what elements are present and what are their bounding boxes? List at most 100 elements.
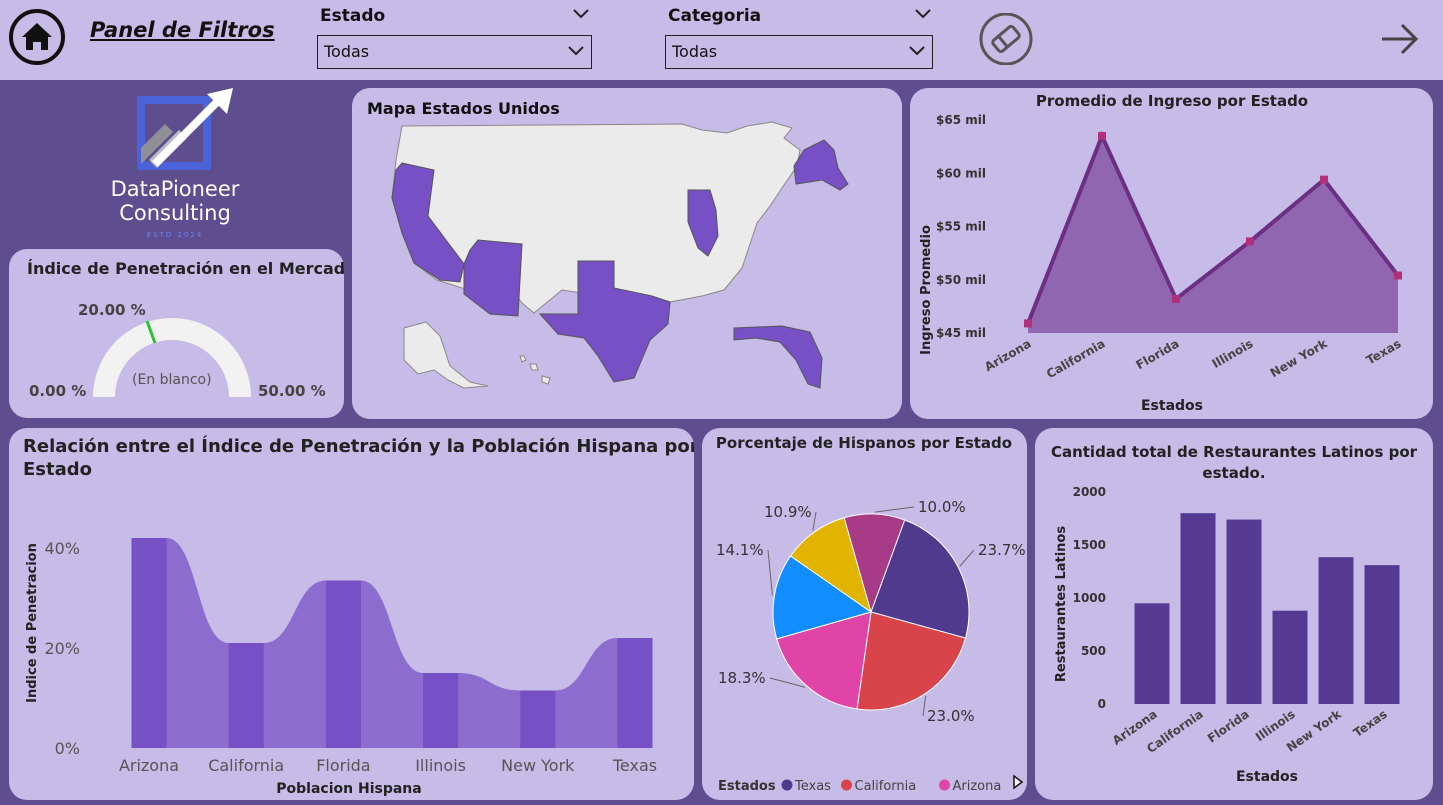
hispanic-pie-card[interactable]: Porcentaje de Hispanos por Estado Estado…: [702, 428, 1027, 800]
logo-name-line2: Consulting: [119, 201, 231, 225]
penetration-x-tick: Florida: [316, 756, 370, 775]
gauge-target-label: 20.00 %: [78, 301, 146, 319]
pie-legend-item: Texas: [794, 779, 831, 794]
pie-leader-line: [874, 506, 915, 513]
gauge-card[interactable]: Índice de Penetración en el Mercado 20.0…: [9, 249, 344, 418]
penetration-x-tick: Texas: [612, 756, 657, 775]
arrow-right-icon[interactable]: [1380, 22, 1420, 56]
gauge-min-label: 0.00 %: [29, 382, 87, 400]
state-new-york: [793, 139, 849, 191]
pie-legend-title: Estados: [718, 779, 776, 794]
company-logo: DataPioneer Consulting ESTD 2024: [80, 84, 270, 244]
penetration-area: [131, 538, 653, 748]
income-y-tick: $55 mil: [936, 220, 986, 234]
income-y-axis-label: Ingreso Promedio: [919, 225, 934, 355]
pie-legend-swatch: [841, 779, 852, 791]
income-chart-title: Promedio de Ingreso por Estado: [1036, 92, 1308, 110]
chevron-down-icon: [568, 46, 584, 56]
income-point: [1246, 237, 1254, 246]
restaurants-y-axis-label: Restaurantes Latinos: [1054, 526, 1069, 682]
penetration-bar: [131, 538, 167, 748]
income-y-tick: $50 mil: [936, 273, 986, 287]
penetration-x-tick: New York: [501, 756, 575, 775]
us-map[interactable]: [352, 88, 902, 419]
income-point: [1320, 175, 1328, 184]
pie-slice-label: 10.0%: [918, 498, 966, 516]
income-x-tick: Florida: [1134, 336, 1182, 372]
restaurants-bar: [1364, 565, 1400, 704]
restaurants-y-tick: 0: [1098, 697, 1106, 711]
filter-panel-header: Panel de Filtros Estado Todas Categoria …: [0, 0, 1443, 80]
pie-legend-swatch: [939, 779, 950, 791]
restaurants-bar: [1318, 557, 1354, 704]
pie-slice-label: 10.9%: [764, 503, 812, 521]
restaurants-x-axis-label: Estados: [1236, 769, 1298, 785]
hispanic-pie-chart: Porcentaje de Hispanos por Estado Estado…: [716, 434, 1026, 794]
restaurants-chart: Cantidad total de Restaurantes Latinos p…: [1051, 443, 1418, 785]
penetration-y-axis-label: Indice de Penetracion: [25, 543, 40, 703]
income-point: [1394, 271, 1402, 280]
filter-estado-value: Todas: [324, 42, 370, 61]
filter-estado-select[interactable]: Todas: [317, 35, 592, 69]
income-area: [1028, 135, 1398, 333]
penetration-x-tick: Illinois: [415, 756, 466, 775]
penetration-bar: [228, 643, 264, 748]
income-point: [1024, 319, 1032, 328]
restaurants-chart-title-line2: estado.: [1202, 464, 1265, 482]
pie-legend-item: Arizona: [953, 779, 1002, 794]
pie-chart-title: Porcentaje de Hispanos por Estado: [716, 434, 1012, 452]
pie-leader-line: [959, 549, 975, 567]
page-title: Panel de Filtros: [90, 18, 275, 42]
map-card[interactable]: Mapa Estados Unidos: [352, 88, 902, 419]
penetration-chart-card[interactable]: Relación entre el Índice de Penetración …: [9, 428, 694, 800]
penetration-y-tick: 0%: [55, 739, 80, 758]
pie-slice-label: 23.7%: [978, 541, 1026, 559]
filter-categoria-value: Todas: [672, 42, 718, 61]
penetration-x-tick: Arizona: [119, 756, 179, 775]
restaurants-chart-title-line1: Cantidad total de Restaurantes Latinos p…: [1051, 443, 1418, 461]
penetration-y-tick: 20%: [44, 639, 80, 658]
penetration-x-tick: California: [208, 756, 284, 775]
logo-estd: ESTD 2024: [146, 231, 204, 239]
penetration-bar: [617, 638, 653, 748]
restaurants-bar: [1180, 513, 1216, 704]
eraser-icon: [979, 12, 1033, 66]
gauge-max-label: 50.00 %: [258, 382, 326, 400]
income-y-tick: $45 mil: [936, 326, 986, 340]
state-florida: [733, 325, 823, 389]
income-x-tick: Illinois: [1210, 336, 1256, 371]
pie-slice-label: 23.0%: [927, 707, 975, 725]
income-x-tick: California: [1044, 336, 1108, 381]
clear-filters-button[interactable]: [979, 12, 1035, 66]
chevron-down-icon[interactable]: [914, 8, 932, 20]
pie-legend-swatch: [781, 779, 793, 791]
gauge-value-label: (En blanco): [132, 372, 212, 388]
filter-estado-label: Estado: [320, 6, 386, 26]
state-alaska: [403, 321, 489, 389]
pie-legend-item: California: [855, 779, 917, 794]
restaurants-bar: [1134, 603, 1170, 704]
restaurants-chart-card[interactable]: Cantidad total de Restaurantes Latinos p…: [1035, 428, 1433, 800]
chevron-down-icon[interactable]: [572, 8, 590, 20]
income-x-tick: Arizona: [982, 336, 1033, 374]
logo-mark: [137, 88, 233, 170]
restaurants-x-tick: Florida: [1205, 707, 1252, 746]
pie-slice-label: 14.1%: [716, 541, 764, 559]
income-x-axis-label: Estados: [1141, 398, 1203, 414]
filter-categoria-select[interactable]: Todas: [665, 35, 933, 69]
restaurants-y-tick: 500: [1081, 644, 1106, 658]
restaurants-y-tick: 1000: [1073, 591, 1106, 605]
restaurants-y-tick: 1500: [1073, 538, 1106, 552]
penetration-bar: [423, 673, 459, 748]
pie-leader-line: [767, 549, 773, 596]
state-hawaii: [519, 355, 551, 385]
home-button[interactable]: [8, 8, 66, 66]
pie-leader-line: [812, 511, 817, 531]
penetration-chart-title-line2: Estado: [23, 459, 92, 480]
income-chart-card[interactable]: Promedio de Ingreso por Estado Ingreso P…: [910, 88, 1433, 419]
restaurants-y-tick: 2000: [1073, 485, 1106, 499]
penetration-y-tick: 40%: [44, 539, 80, 558]
legend-scroll-icon[interactable]: [1012, 774, 1024, 790]
restaurants-bar: [1272, 610, 1308, 704]
pie-slice-label: 18.3%: [718, 669, 766, 687]
